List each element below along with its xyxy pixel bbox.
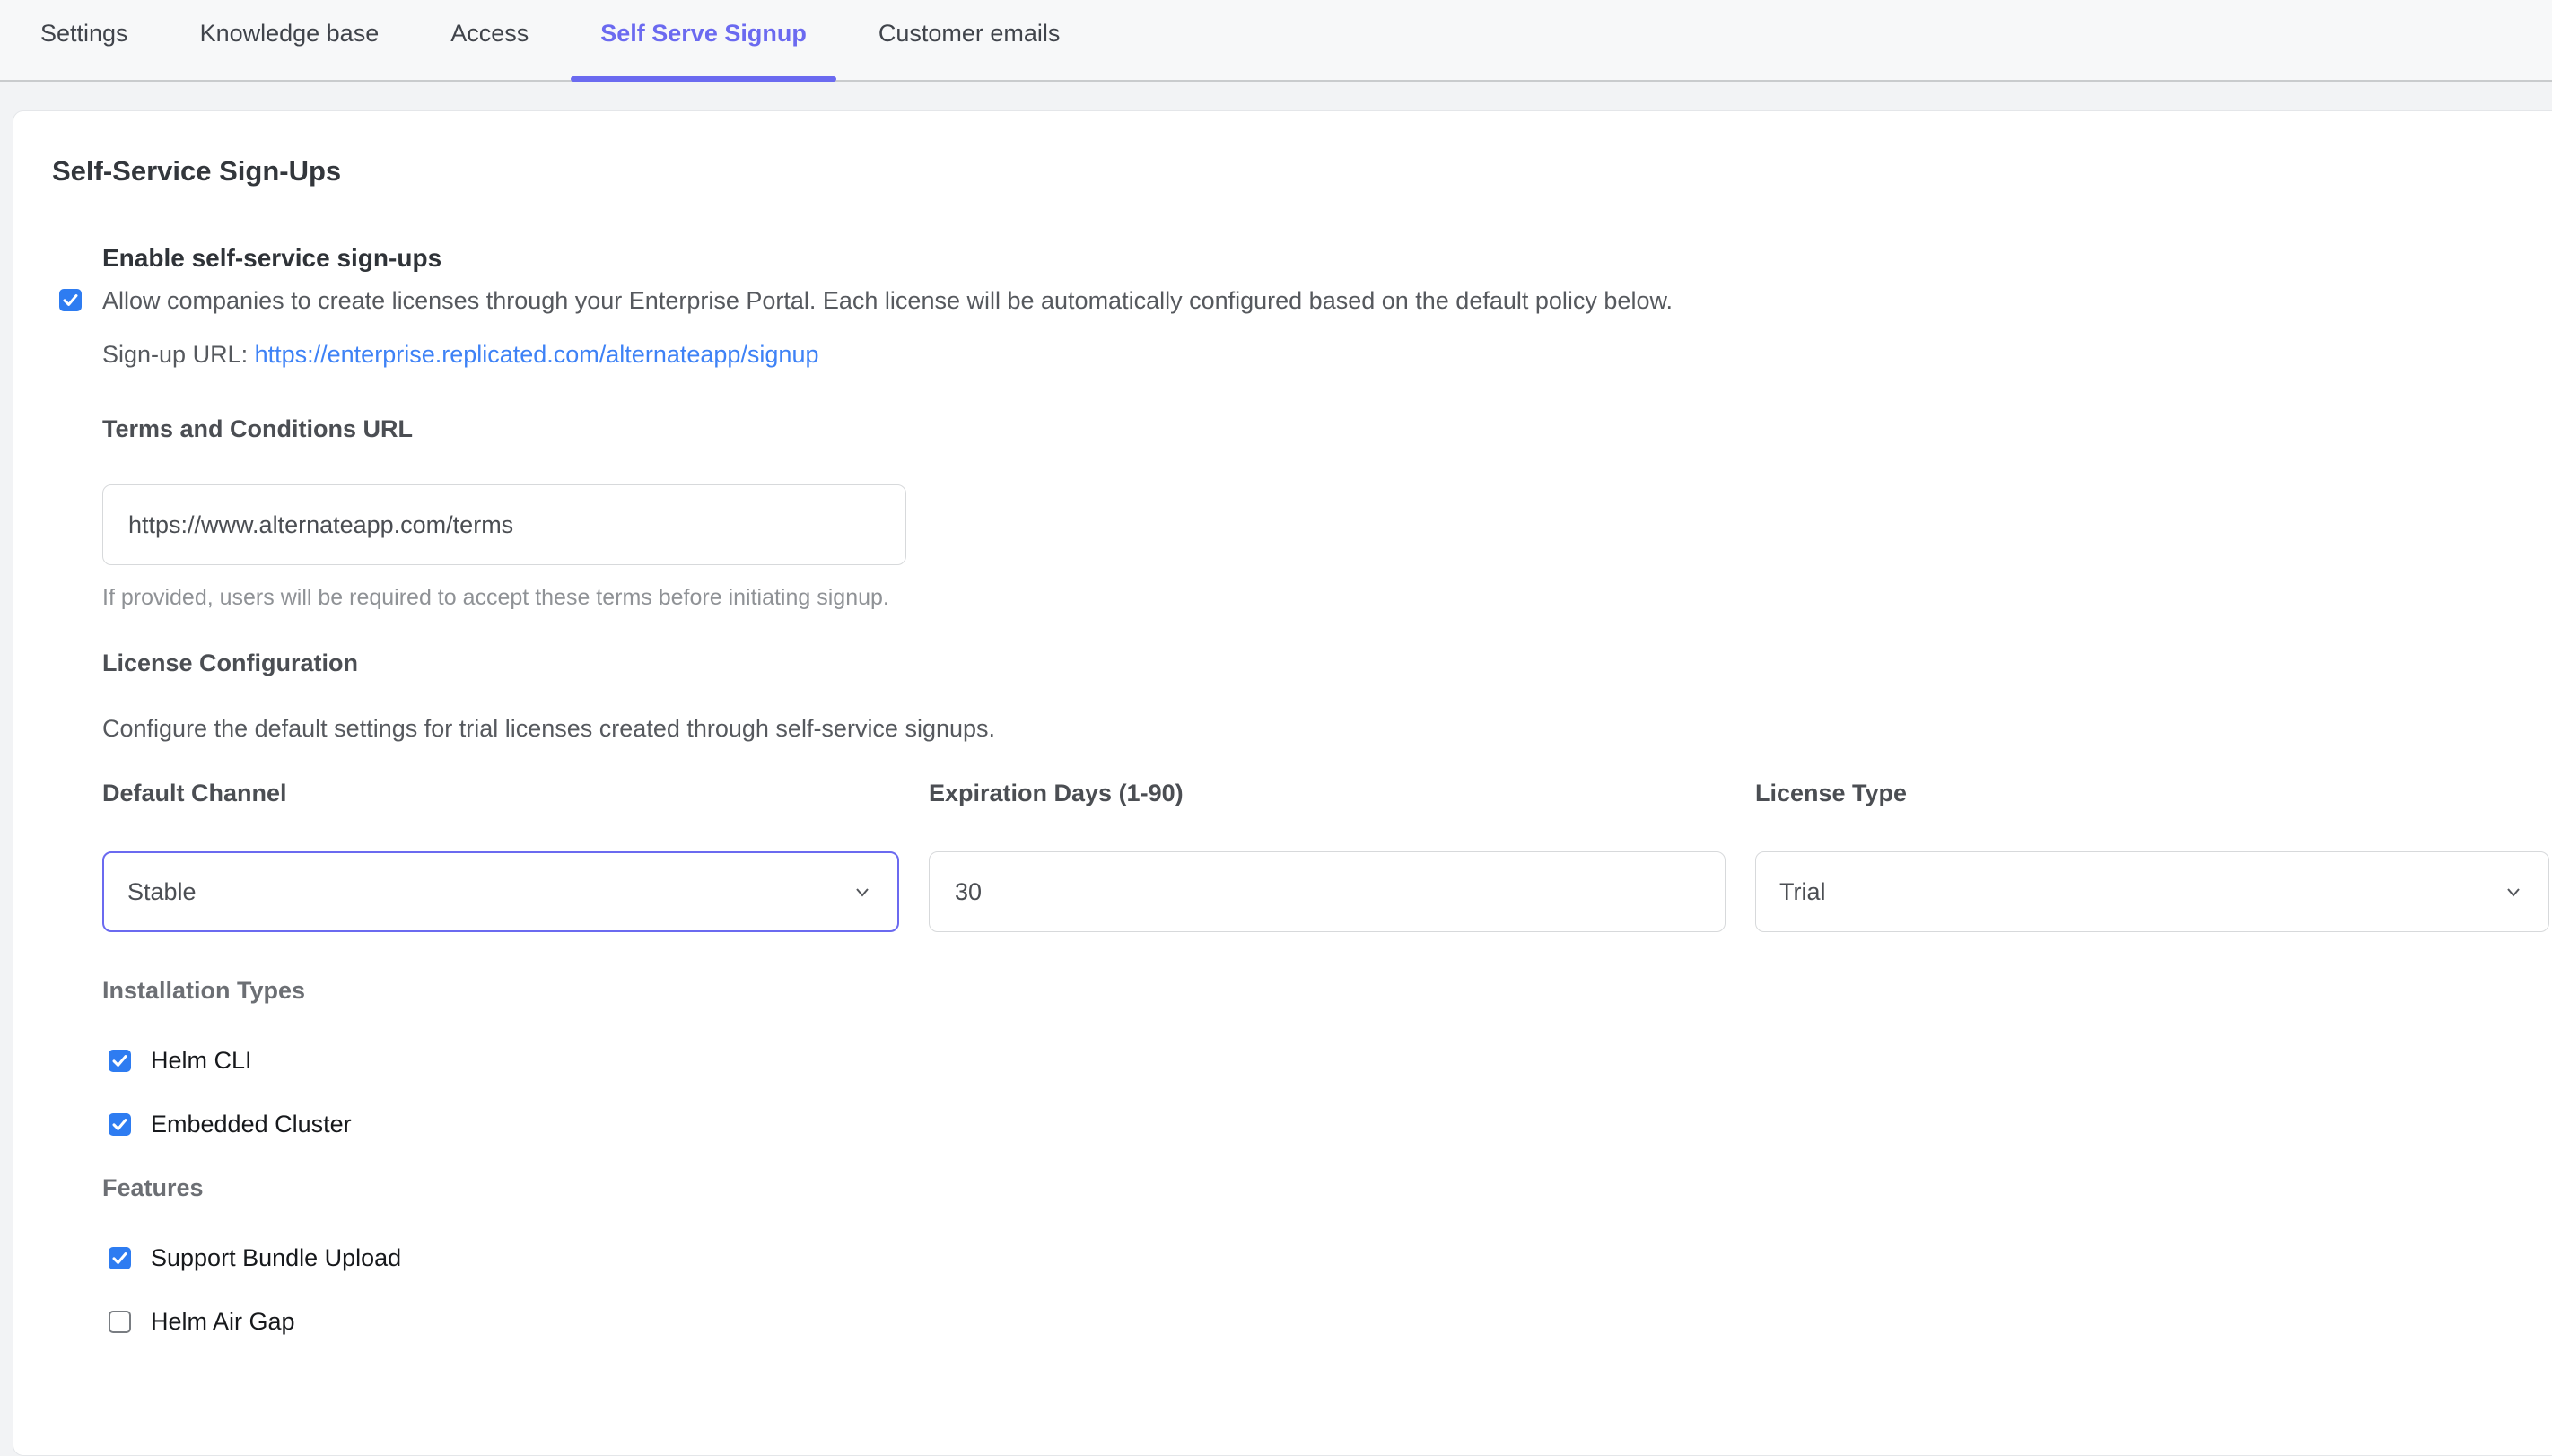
helm-cli-label: Helm CLI [151, 1046, 252, 1076]
signup-url-label: Sign-up URL: [102, 341, 248, 368]
features-label: Features [102, 1173, 2552, 1203]
license-type-value: Trial [1779, 878, 2502, 906]
tab-self-serve-signup[interactable]: Self Serve Signup [571, 0, 836, 80]
signup-url-link[interactable]: https://enterprise.replicated.com/altern… [255, 341, 819, 368]
enable-signups-description: Allow companies to create licenses throu… [102, 285, 1673, 316]
expiration-days-label: Expiration Days (1-90) [929, 779, 1726, 808]
installation-types-list: Helm CLI Embedded Cluster [109, 1046, 2552, 1139]
chevron-down-icon [2502, 880, 2525, 903]
tab-access[interactable]: Access [421, 0, 558, 80]
tab-customer-emails[interactable]: Customer emails [849, 0, 1090, 80]
signup-url-line: Sign-up URL: https://enterprise.replicat… [102, 339, 2552, 370]
default-channel-value: Stable [127, 878, 851, 906]
settings-tab-bar: Settings Knowledge base Access Self Serv… [0, 0, 2552, 82]
list-item: Embedded Cluster [109, 1110, 2552, 1139]
features-list: Support Bundle Upload Helm Air Gap [109, 1243, 2552, 1337]
checkmark-icon [62, 292, 79, 309]
self-service-signups-card: Self-Service Sign-Ups Enable self-servic… [13, 110, 2552, 1456]
checkmark-icon [111, 1250, 128, 1267]
tab-settings[interactable]: Settings [11, 0, 158, 80]
terms-url-input[interactable] [102, 484, 906, 565]
enable-signups-heading: Enable self-service sign-ups [102, 243, 2552, 274]
tab-knowledge-base[interactable]: Knowledge base [170, 0, 409, 80]
terms-url-label: Terms and Conditions URL [102, 414, 2552, 444]
checkmark-icon [111, 1116, 128, 1133]
license-configuration-heading: License Configuration [102, 649, 2552, 678]
page-title: Self-Service Sign-Ups [52, 154, 2552, 187]
helm-air-gap-checkbox[interactable] [109, 1311, 131, 1333]
list-item: Support Bundle Upload [109, 1243, 2552, 1273]
expiration-days-field: Expiration Days (1-90) [929, 779, 1726, 932]
checkmark-icon [111, 1052, 128, 1069]
enable-signups-row: Allow companies to create licenses throu… [59, 285, 2552, 316]
support-bundle-upload-checkbox[interactable] [109, 1247, 131, 1269]
helm-air-gap-label: Helm Air Gap [151, 1307, 295, 1337]
license-type-field: License Type Trial [1755, 779, 2549, 932]
installation-types-label: Installation Types [102, 976, 2552, 1006]
default-channel-select[interactable]: Stable [102, 851, 899, 932]
expiration-days-input[interactable] [929, 851, 1726, 932]
default-channel-field: Default Channel Stable [102, 779, 899, 932]
embedded-cluster-label: Embedded Cluster [151, 1110, 352, 1139]
license-configuration-description: Configure the default settings for trial… [102, 713, 2552, 744]
support-bundle-upload-label: Support Bundle Upload [151, 1243, 401, 1273]
default-channel-label: Default Channel [102, 779, 899, 808]
helm-cli-checkbox[interactable] [109, 1050, 131, 1072]
chevron-down-icon [851, 880, 874, 903]
list-item: Helm Air Gap [109, 1307, 2552, 1337]
license-type-select[interactable]: Trial [1755, 851, 2549, 932]
terms-url-help-text: If provided, users will be required to a… [102, 584, 2552, 612]
embedded-cluster-checkbox[interactable] [109, 1113, 131, 1136]
enable-signups-checkbox[interactable] [59, 289, 82, 311]
license-type-label: License Type [1755, 779, 2549, 808]
license-fields-row: Default Channel Stable Expiration Days (… [102, 779, 2552, 932]
list-item: Helm CLI [109, 1046, 2552, 1076]
